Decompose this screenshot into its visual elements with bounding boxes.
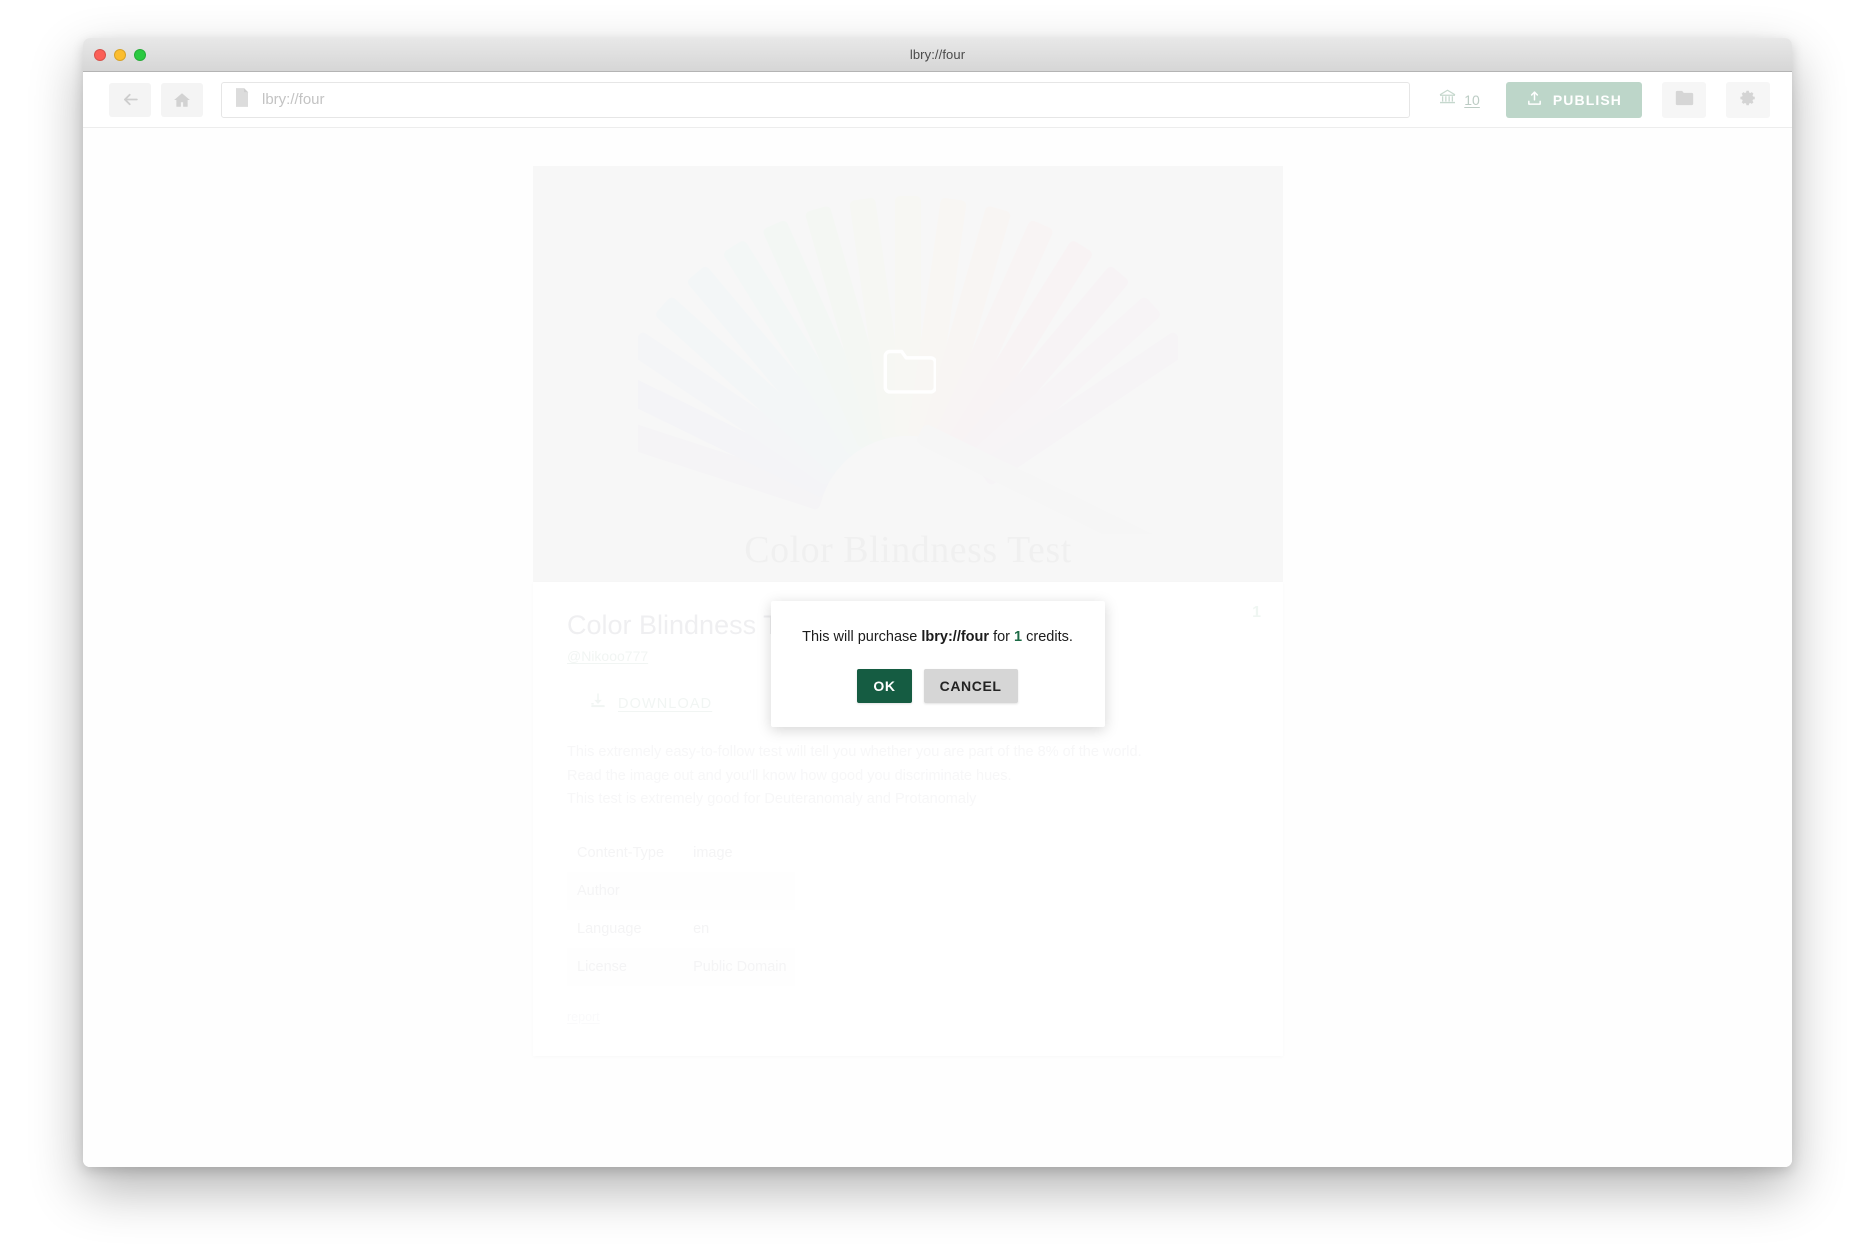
address-bar[interactable]: lbry://four	[221, 81, 1411, 118]
home-button[interactable]	[161, 82, 203, 117]
modal-message-claim: lbry://four	[921, 629, 990, 645]
app-toolbar: lbry://four 10 PUBLISH	[83, 72, 1792, 128]
publish-button-label: PUBLISH	[1552, 91, 1622, 108]
home-icon	[173, 91, 191, 109]
downloads-folder-button[interactable]	[1662, 81, 1706, 118]
purchase-confirmation-modal: This will purchase lbry://four for 1 cre…	[770, 601, 1105, 728]
publish-button[interactable]: PUBLISH	[1505, 81, 1642, 118]
minimize-window-button[interactable]	[114, 48, 126, 61]
window-titlebar: lbry://four	[83, 38, 1792, 72]
folder-icon	[1675, 90, 1694, 109]
modal-actions: OK CANCEL	[795, 669, 1081, 704]
back-button[interactable]	[109, 82, 151, 117]
modal-message-suffix: credits.	[1022, 629, 1073, 645]
arrow-left-icon	[121, 90, 140, 109]
settings-button[interactable]	[1726, 81, 1770, 118]
wallet-balance[interactable]: 10	[1438, 88, 1480, 111]
modal-message-credits: 1	[1014, 629, 1023, 645]
modal-message: This will purchase lbry://four for 1 cre…	[795, 627, 1081, 647]
application-window: lbry://four lbry://four 10 PUBLISH This …	[83, 38, 1792, 1167]
window-title: lbry://four	[909, 47, 966, 62]
file-icon	[234, 87, 250, 112]
close-window-button[interactable]	[94, 48, 106, 61]
wallet-amount-label[interactable]: 10	[1464, 92, 1480, 108]
bank-icon	[1438, 88, 1457, 111]
window-controls	[94, 48, 146, 61]
ok-button[interactable]: OK	[857, 669, 912, 704]
upload-icon	[1526, 90, 1543, 110]
modal-message-middle: for	[989, 629, 1015, 645]
cancel-button[interactable]: CANCEL	[923, 669, 1018, 704]
gear-icon	[1739, 89, 1757, 110]
page-canvas: Color Blindness Test 1 Color Blindness T…	[83, 128, 1792, 1167]
maximize-window-button[interactable]	[134, 48, 146, 61]
modal-message-prefix: This will purchase	[802, 629, 922, 645]
address-input-value[interactable]: lbry://four	[262, 91, 325, 108]
